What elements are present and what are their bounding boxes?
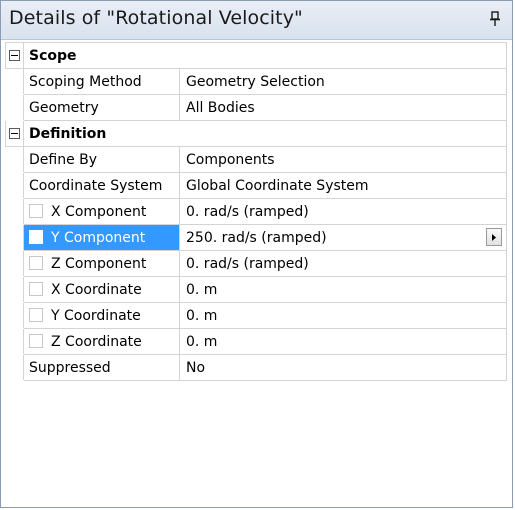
property-label-cell: Z Coordinate xyxy=(23,328,180,355)
property-value-cell[interactable]: 250. rad/s (ramped) xyxy=(179,224,507,251)
group-label-scope: Scope xyxy=(23,42,507,69)
property-row-x-component[interactable]: X Component 0. rad/s (ramped) xyxy=(5,198,507,225)
grid-empty-area xyxy=(5,394,508,506)
pin-icon[interactable] xyxy=(488,10,502,28)
group-label-definition: Definition xyxy=(23,120,507,147)
property-label: Y Coordinate xyxy=(51,307,141,324)
property-value[interactable]: Components xyxy=(179,146,507,173)
property-row-z-coordinate[interactable]: Z Coordinate 0. m xyxy=(5,328,507,355)
property-row-x-coordinate[interactable]: X Coordinate 0. m xyxy=(5,276,507,303)
parameter-checkbox[interactable] xyxy=(29,229,43,244)
collapse-icon[interactable] xyxy=(9,50,20,61)
property-label-cell: Z Component xyxy=(23,250,180,277)
scope-expander-cell[interactable] xyxy=(5,42,24,69)
property-label: Z Coordinate xyxy=(51,333,142,350)
property-row-define-by[interactable]: Define By Components xyxy=(5,146,507,173)
chevron-right-icon xyxy=(492,234,496,241)
property-value[interactable]: 0. rad/s (ramped) xyxy=(179,198,507,225)
value-dropdown-button[interactable] xyxy=(486,228,502,246)
property-row-suppressed[interactable]: Suppressed No xyxy=(5,354,507,381)
property-value[interactable]: All Bodies xyxy=(179,94,507,121)
property-value[interactable]: No xyxy=(179,354,507,381)
property-label-cell: Y Coordinate xyxy=(23,302,180,329)
property-row-coordinate-system[interactable]: Coordinate System Global Coordinate Syst… xyxy=(5,172,507,199)
property-row-y-component[interactable]: Y Component 250. rad/s (ramped) xyxy=(5,224,507,251)
property-row-geometry[interactable]: Geometry All Bodies xyxy=(5,94,507,121)
group-row-definition[interactable]: Definition xyxy=(5,120,507,147)
property-value[interactable]: 0. m xyxy=(179,302,507,329)
property-value[interactable]: Global Coordinate System xyxy=(179,172,507,199)
property-value[interactable]: 0. m xyxy=(179,276,507,303)
details-property-grid: Scope Scoping Method Geometry Selection … xyxy=(5,42,507,381)
property-label: X Component xyxy=(51,203,147,220)
property-row-scoping-method[interactable]: Scoping Method Geometry Selection xyxy=(5,68,507,95)
parameter-checkbox[interactable] xyxy=(29,281,43,296)
details-title: Details of "Rotational Velocity" xyxy=(9,7,303,29)
property-label-cell: X Coordinate xyxy=(23,276,180,303)
collapse-icon[interactable] xyxy=(9,128,20,139)
definition-expander-cell[interactable] xyxy=(5,120,24,147)
property-label: Suppressed xyxy=(23,354,180,381)
property-label: X Coordinate xyxy=(51,281,142,298)
parameter-checkbox[interactable] xyxy=(29,255,43,270)
property-label-cell-selected: Y Component xyxy=(23,224,180,251)
details-panel: Details of "Rotational Velocity" Scope S… xyxy=(0,0,513,508)
property-row-y-coordinate[interactable]: Y Coordinate 0. m xyxy=(5,302,507,329)
parameter-checkbox[interactable] xyxy=(29,203,43,218)
property-value[interactable]: Geometry Selection xyxy=(179,68,507,95)
property-row-z-component[interactable]: Z Component 0. rad/s (ramped) xyxy=(5,250,507,277)
property-label: Coordinate System xyxy=(23,172,180,199)
property-value[interactable]: 0. rad/s (ramped) xyxy=(179,250,507,277)
parameter-checkbox[interactable] xyxy=(29,333,43,348)
property-label-cell: X Component xyxy=(23,198,180,225)
property-label: Define By xyxy=(23,146,180,173)
parameter-checkbox[interactable] xyxy=(29,307,43,322)
details-title-bar[interactable]: Details of "Rotational Velocity" xyxy=(1,1,512,40)
property-label: Z Component xyxy=(51,255,147,272)
group-row-scope[interactable]: Scope xyxy=(5,42,507,69)
property-label: Scoping Method xyxy=(23,68,180,95)
property-label: Y Component xyxy=(51,229,146,246)
property-value[interactable]: 250. rad/s (ramped) xyxy=(186,230,327,246)
property-label: Geometry xyxy=(23,94,180,121)
property-value[interactable]: 0. m xyxy=(179,328,507,355)
